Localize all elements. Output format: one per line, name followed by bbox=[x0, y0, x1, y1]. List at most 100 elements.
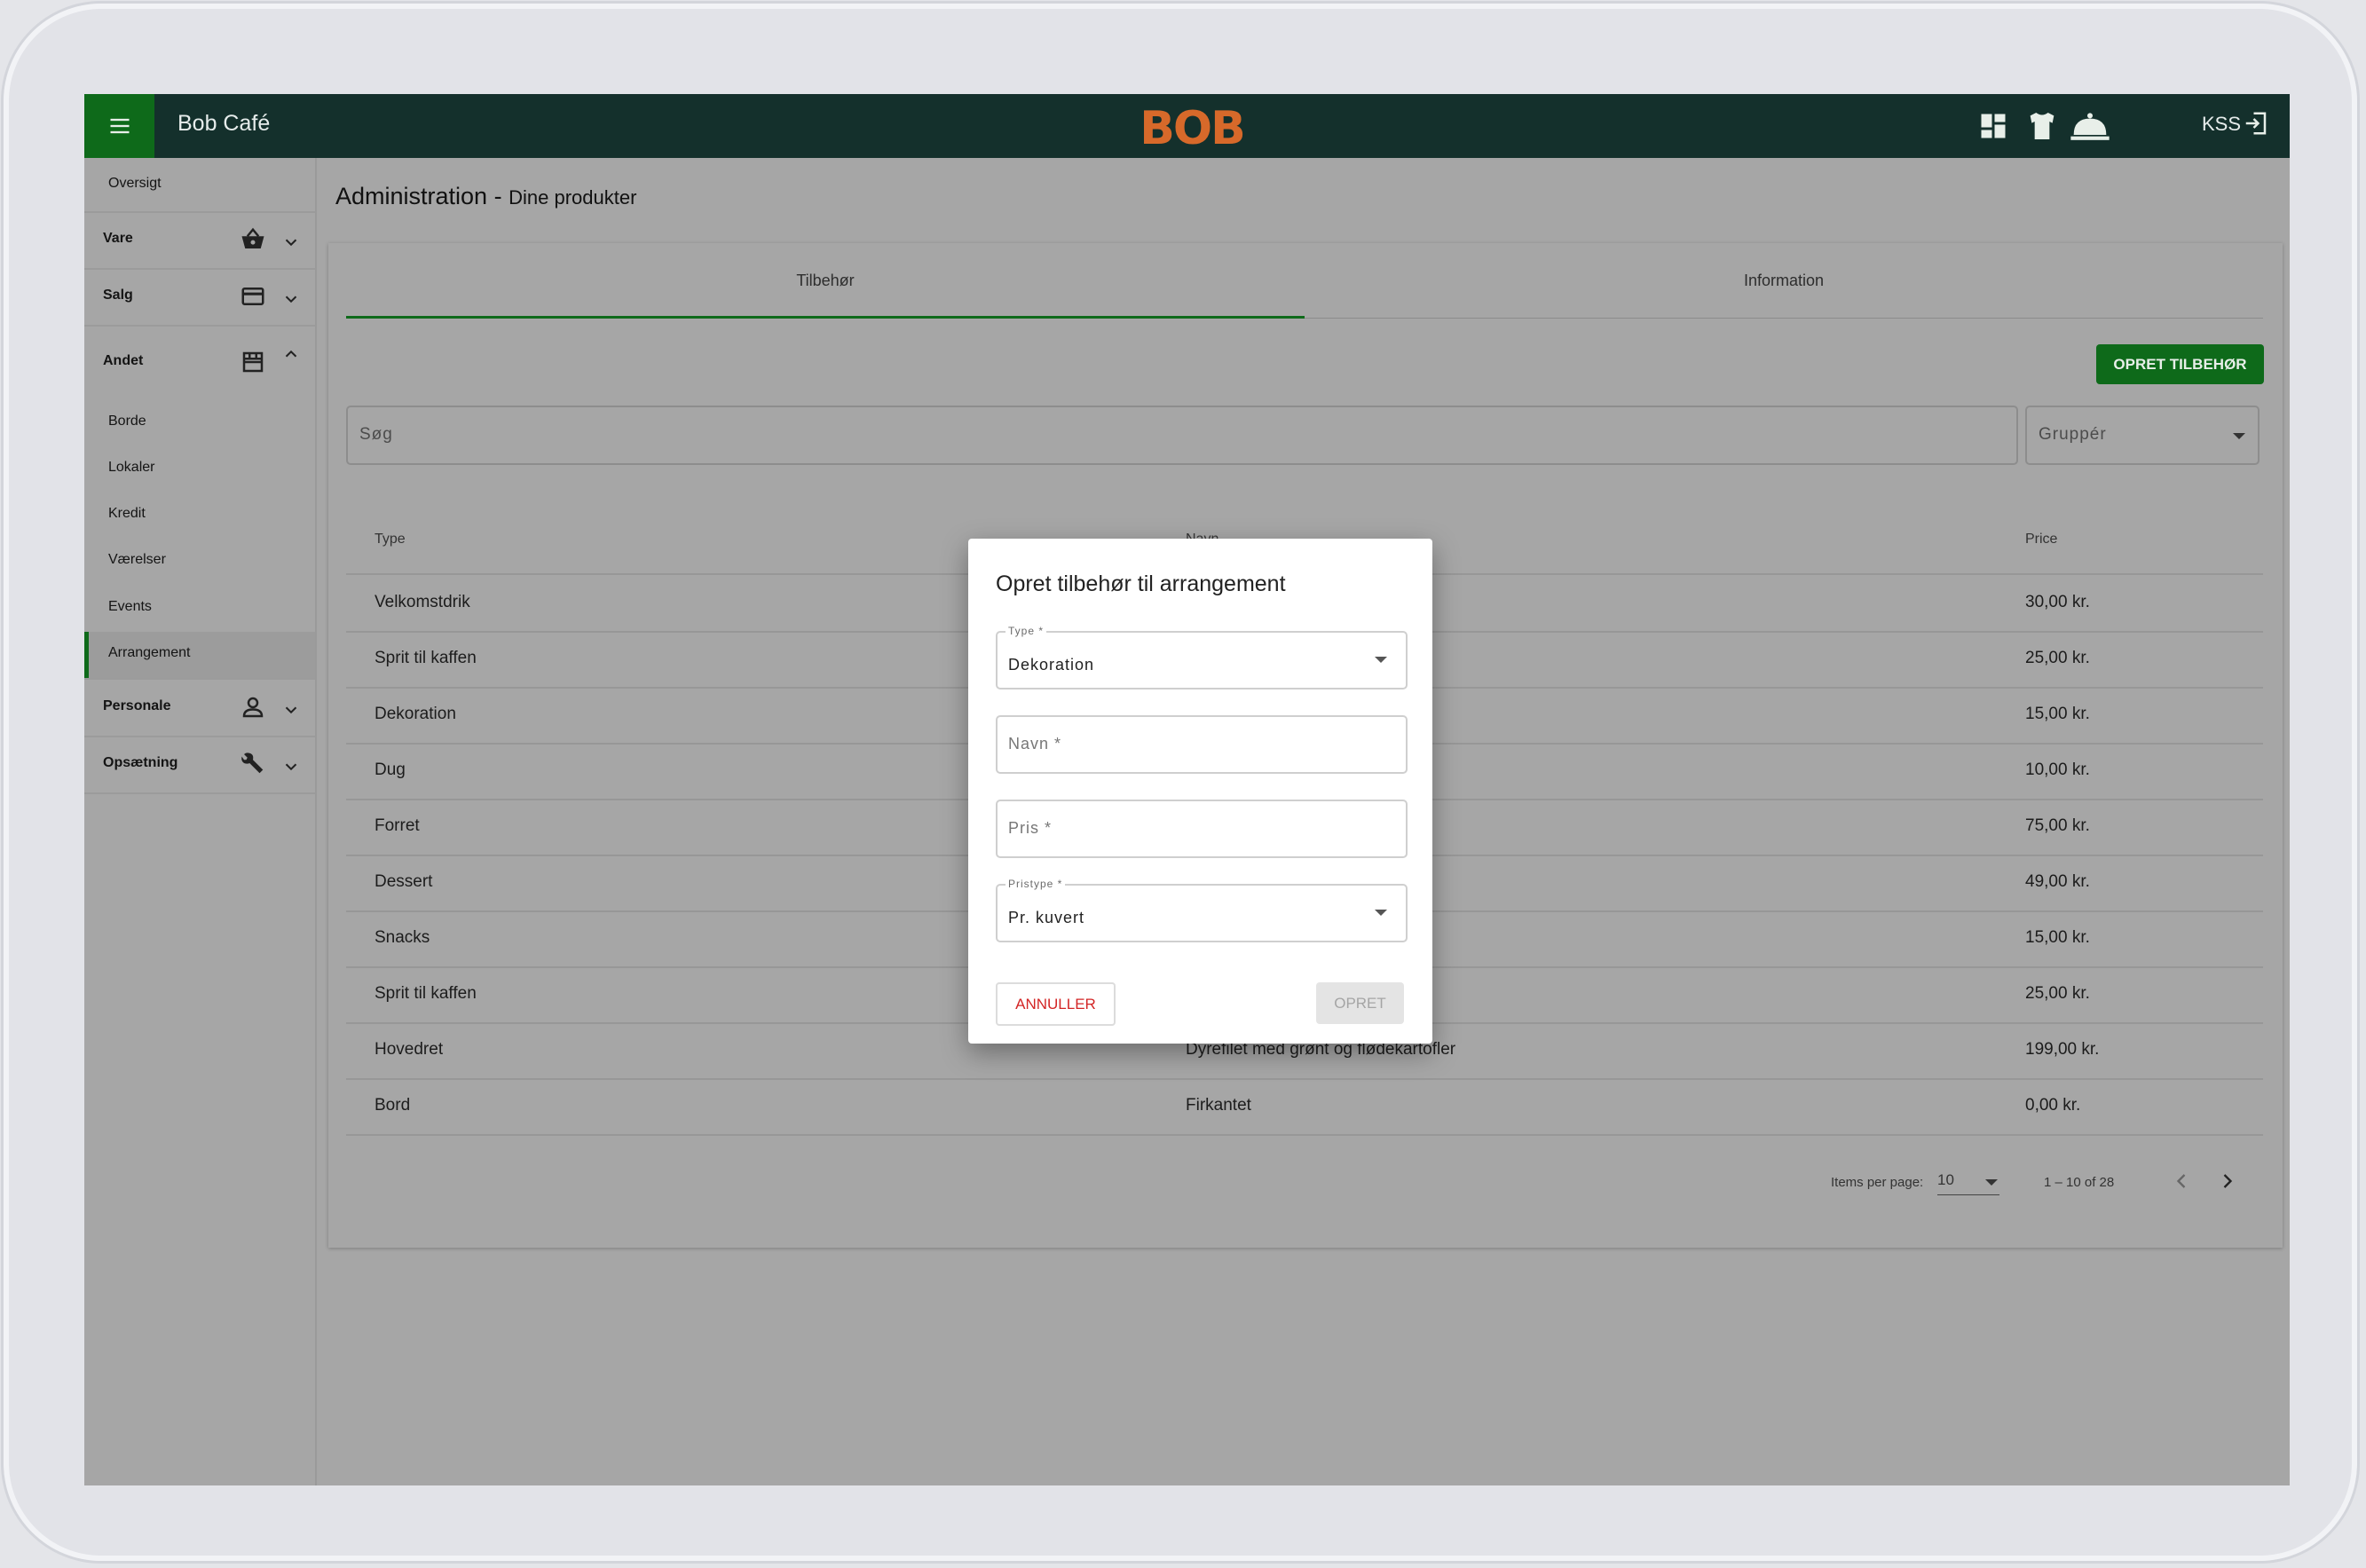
sidebar-item-lokaler[interactable]: Lokaler bbox=[108, 460, 286, 476]
basket-icon bbox=[241, 227, 264, 248]
price-input[interactable]: Pris * bbox=[996, 800, 1408, 858]
dashboard-icon[interactable] bbox=[1977, 108, 2009, 144]
dropdown-arrow-icon bbox=[1375, 910, 1387, 916]
cell-type: Dekoration bbox=[375, 705, 456, 723]
dropdown-arrow-icon bbox=[1375, 657, 1387, 663]
tablet-frame: Bob Café BOB KSS Oversigt Vare Salg Ande… bbox=[4, 4, 2357, 1561]
cell-type: Dug bbox=[375, 760, 406, 779]
sidebar-item-salg[interactable]: Salg bbox=[103, 288, 209, 303]
sidebar-item-andet[interactable]: Andet bbox=[103, 353, 209, 369]
cell-price: 10,00 kr. bbox=[2025, 760, 2090, 779]
sidebar-item-personale[interactable]: Personale bbox=[103, 698, 209, 714]
chef-icon[interactable] bbox=[2024, 108, 2060, 144]
name-input[interactable]: Navn * bbox=[996, 715, 1408, 774]
sidebar-item-kredit[interactable]: Kredit bbox=[108, 506, 286, 522]
cell-price: 15,00 kr. bbox=[2025, 705, 2090, 723]
divider bbox=[84, 678, 315, 680]
menu-button[interactable] bbox=[84, 94, 154, 158]
previous-page-icon[interactable] bbox=[2169, 1169, 2194, 1194]
divider bbox=[84, 736, 315, 737]
chevron-up-icon[interactable] bbox=[281, 344, 301, 364]
cancel-button[interactable]: ANNULLER bbox=[996, 982, 1116, 1026]
cell-type: Sprit til kaffen bbox=[375, 984, 477, 1003]
divider bbox=[84, 211, 315, 213]
divider bbox=[84, 325, 315, 327]
cell-price: 75,00 kr. bbox=[2025, 816, 2090, 835]
price-type-value: Pr. kuvert bbox=[1008, 909, 1085, 926]
table-row[interactable]: Bord Firkantet 0,00 kr. bbox=[346, 1078, 2263, 1136]
group-select[interactable]: Gruppér bbox=[2025, 406, 2260, 465]
divider bbox=[84, 268, 315, 270]
next-page-icon[interactable] bbox=[2215, 1169, 2240, 1194]
create-accessory-dialog: Opret tilbehør til arrangement Type * De… bbox=[968, 539, 1432, 1044]
cell-price: 0,00 kr. bbox=[2025, 1096, 2081, 1115]
dropdown-arrow-icon bbox=[2233, 433, 2245, 439]
page-title: Administration - Dine produkter bbox=[335, 183, 636, 210]
items-per-page-value: 10 bbox=[1937, 1171, 1954, 1188]
logo-text: BOB bbox=[1140, 102, 1243, 151]
bob-logo[interactable]: BOB bbox=[1134, 101, 1250, 151]
items-per-page-select[interactable]: 10 bbox=[1937, 1171, 1999, 1195]
tab-tilbehoer[interactable]: Tilbehør bbox=[346, 243, 1305, 318]
search-placeholder: Søg bbox=[359, 425, 393, 444]
cell-type: Dessert bbox=[375, 872, 433, 891]
search-input[interactable]: Søg bbox=[346, 406, 2018, 465]
create-accessory-button[interactable]: OPRET TILBEHØR bbox=[2096, 344, 2264, 384]
chevron-down-icon[interactable] bbox=[281, 232, 301, 252]
type-label: Type * bbox=[1006, 625, 1047, 637]
chevron-down-icon[interactable] bbox=[281, 289, 301, 309]
items-per-page-label: Items per page: bbox=[1831, 1175, 1924, 1190]
active-tab-indicator bbox=[346, 316, 1305, 319]
column-header-type[interactable]: Type bbox=[375, 532, 406, 548]
app-screen: Bob Café BOB KSS Oversigt Vare Salg Ande… bbox=[84, 94, 2290, 1485]
page-subtitle: Dine produkter bbox=[509, 186, 637, 209]
person-icon bbox=[242, 697, 264, 718]
app-name: Bob Café bbox=[177, 111, 271, 136]
tab-information[interactable]: Information bbox=[1305, 243, 2263, 318]
sidebar: Oversigt Vare Salg Andet Borde Lokaler K… bbox=[84, 158, 317, 1485]
chevron-down-icon[interactable] bbox=[281, 700, 301, 720]
cell-price: 199,00 kr. bbox=[2025, 1040, 2100, 1059]
cell-price: 15,00 kr. bbox=[2025, 928, 2090, 947]
cell-type: Snacks bbox=[375, 928, 430, 947]
cell-type: Hovedret bbox=[375, 1040, 444, 1059]
sidebar-item-vaerelser[interactable]: Værelser bbox=[108, 552, 286, 568]
user-code[interactable]: KSS bbox=[2202, 113, 2241, 136]
cell-price: 25,00 kr. bbox=[2025, 984, 2090, 1003]
cell-price: 49,00 kr. bbox=[2025, 872, 2090, 891]
sidebar-item-oversigt[interactable]: Oversigt bbox=[108, 176, 286, 192]
cell-type: Velkomstdrik bbox=[375, 593, 470, 611]
cell-price: 30,00 kr. bbox=[2025, 593, 2090, 611]
cell-type: Forret bbox=[375, 816, 420, 835]
sidebar-item-opsaetning[interactable]: Opsætning bbox=[103, 755, 218, 771]
cell-price: 25,00 kr. bbox=[2025, 649, 2090, 667]
type-value: Dekoration bbox=[1008, 656, 1095, 674]
logout-icon[interactable] bbox=[2243, 110, 2269, 137]
credit-card-icon bbox=[241, 288, 264, 305]
group-placeholder: Gruppér bbox=[2039, 425, 2107, 444]
dropdown-arrow-icon bbox=[1985, 1179, 1998, 1186]
sidebar-item-vare[interactable]: Vare bbox=[103, 231, 209, 247]
sidebar-item-borde[interactable]: Borde bbox=[108, 414, 286, 429]
column-header-price[interactable]: Price bbox=[2025, 532, 2057, 548]
chevron-down-icon[interactable] bbox=[281, 757, 301, 776]
cell-name: Firkantet bbox=[1186, 1096, 1251, 1115]
sidebar-item-events[interactable]: Events bbox=[108, 599, 286, 615]
dialog-title: Opret tilbehør til arrangement bbox=[996, 571, 1286, 596]
type-select[interactable]: Type * Dekoration bbox=[996, 625, 1408, 689]
price-placeholder: Pris * bbox=[1008, 819, 1053, 837]
storefront-icon bbox=[242, 351, 264, 373]
sidebar-item-label: Arrangement bbox=[108, 645, 191, 660]
cell-type: Bord bbox=[375, 1096, 411, 1115]
hamburger-icon bbox=[110, 118, 129, 134]
sidebar-item-arrangement[interactable]: Arrangement bbox=[84, 632, 315, 678]
divider bbox=[84, 792, 315, 794]
page-range: 1 – 10 of 28 bbox=[2044, 1175, 2115, 1190]
page-title-main: Administration - bbox=[335, 183, 502, 209]
cloche-icon[interactable] bbox=[2069, 108, 2111, 144]
price-type-label: Pristype * bbox=[1006, 878, 1066, 890]
create-button[interactable]: OPRET bbox=[1316, 982, 1404, 1024]
cell-type: Sprit til kaffen bbox=[375, 649, 477, 667]
name-placeholder: Navn * bbox=[1008, 735, 1062, 752]
price-type-select[interactable]: Pristype * Pr. kuvert bbox=[996, 878, 1408, 942]
